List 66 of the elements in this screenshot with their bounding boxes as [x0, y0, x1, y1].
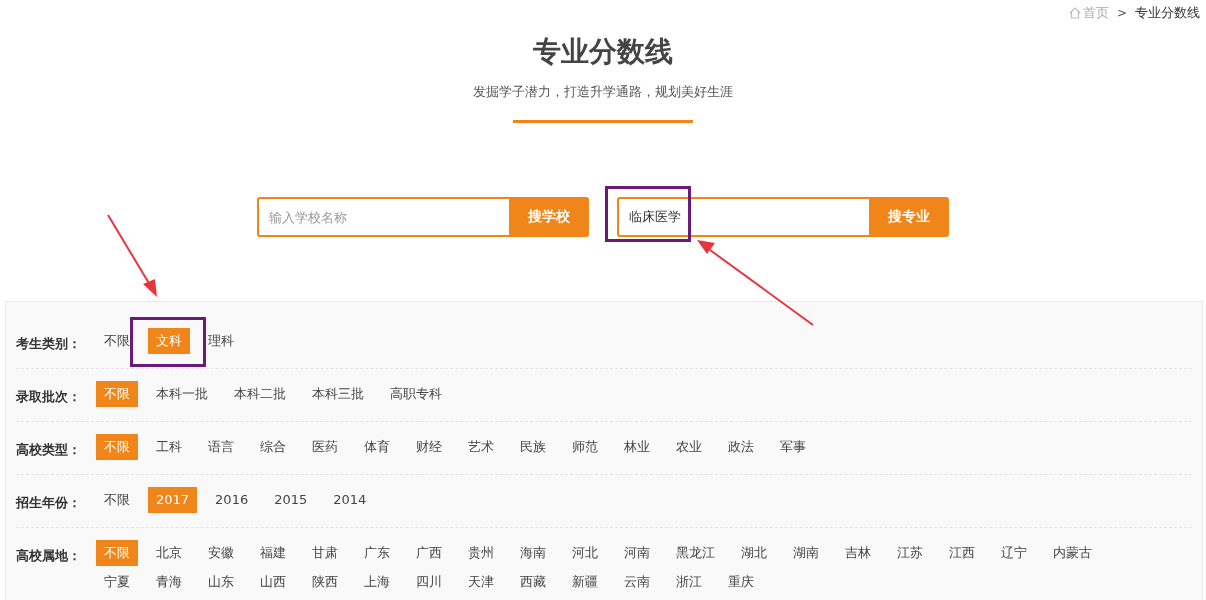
filter-option[interactable]: 军事: [772, 434, 814, 460]
filter-option[interactable]: 本科三批: [304, 381, 372, 407]
filter-option[interactable]: 甘肃: [304, 540, 346, 566]
filter-option[interactable]: 艺术: [460, 434, 502, 460]
filter-option[interactable]: 安徽: [200, 540, 242, 566]
filter-label: 考生类别：: [16, 335, 82, 353]
filter-option[interactable]: 湖北: [733, 540, 775, 566]
filter-option[interactable]: 语言: [200, 434, 242, 460]
filter-option[interactable]: 综合: [252, 434, 294, 460]
filter-option[interactable]: 民族: [512, 434, 554, 460]
filter-option[interactable]: 福建: [252, 540, 294, 566]
filter-option[interactable]: 农业: [668, 434, 710, 460]
breadcrumb-separator: >: [1116, 6, 1127, 20]
page-subtitle: 发掘学子潜力，打造升学通路，规划美好生涯: [472, 83, 734, 101]
filter-label: 录取批次：: [16, 388, 82, 406]
filter-option[interactable]: 高职专科: [382, 381, 450, 407]
search-field[interactable]: 临床医学: [617, 197, 869, 237]
filter-option[interactable]: 不限: [96, 487, 138, 513]
home-icon: [1068, 7, 1081, 19]
filter-option[interactable]: 山东: [200, 569, 242, 595]
filter-option[interactable]: 内蒙古: [1045, 540, 1100, 566]
filter-option[interactable]: 林业: [616, 434, 658, 460]
filter-option[interactable]: 本科一批: [148, 381, 216, 407]
filter-option[interactable]: 体育: [356, 434, 398, 460]
filter-option[interactable]: 青海: [148, 569, 190, 595]
filter-option[interactable]: 山西: [252, 569, 294, 595]
filter-option[interactable]: 海南: [512, 540, 554, 566]
filter-option[interactable]: 湖南: [785, 540, 827, 566]
filter-option[interactable]: 宁夏: [96, 569, 138, 595]
filter-option[interactable]: 西藏: [512, 569, 554, 595]
filter-option[interactable]: 2015: [266, 487, 316, 513]
filter-option[interactable]: 江苏: [889, 540, 931, 566]
filter-option[interactable]: 广西: [408, 540, 450, 566]
filter-option[interactable]: 上海: [356, 569, 398, 595]
filter-label: 高校类型：: [16, 441, 82, 459]
filter-option[interactable]: 陕西: [304, 569, 346, 595]
filter-option[interactable]: 浙江: [668, 569, 710, 595]
filter-option[interactable]: 工科: [148, 434, 190, 460]
filter-option[interactable]: 北京: [148, 540, 190, 566]
filter-option[interactable]: 吉林: [837, 540, 879, 566]
filter-option[interactable]: 云南: [616, 569, 658, 595]
filter-option[interactable]: 财经: [408, 434, 450, 460]
filter-option[interactable]: 2014: [325, 487, 375, 513]
page-title: 专业分数线: [532, 34, 674, 70]
filter-option[interactable]: 河南: [616, 540, 658, 566]
filter-option[interactable]: 天津: [460, 569, 502, 595]
filter-label: 招生年份：: [16, 494, 82, 512]
search-field[interactable]: 输入学校名称: [257, 197, 509, 237]
filter-option[interactable]: 黑龙江: [668, 540, 723, 566]
filter-option[interactable]: 理科: [200, 328, 242, 354]
filter-option[interactable]: 广东: [356, 540, 398, 566]
filter-option[interactable]: 四川: [408, 569, 450, 595]
filter-option[interactable]: 医药: [304, 434, 346, 460]
filter-option[interactable]: 不限: [96, 328, 138, 354]
filter-option[interactable]: 2016: [207, 487, 257, 513]
breadcrumb-current: 专业分数线: [1135, 4, 1200, 22]
filter-option[interactable]: 师范: [564, 434, 606, 460]
filter-option[interactable]: 江西: [941, 540, 983, 566]
filter-option[interactable]: 贵州: [460, 540, 502, 566]
filter-option[interactable]: 政法: [720, 434, 762, 460]
filter-label: 高校属地：: [16, 547, 82, 565]
filter-option[interactable]: 辽宁: [993, 540, 1035, 566]
filter-option[interactable]: 河北: [564, 540, 606, 566]
filter-option[interactable]: 重庆: [720, 569, 762, 595]
filter-option[interactable]: 本科二批: [226, 381, 294, 407]
filter-option[interactable]: 新疆: [564, 569, 606, 595]
